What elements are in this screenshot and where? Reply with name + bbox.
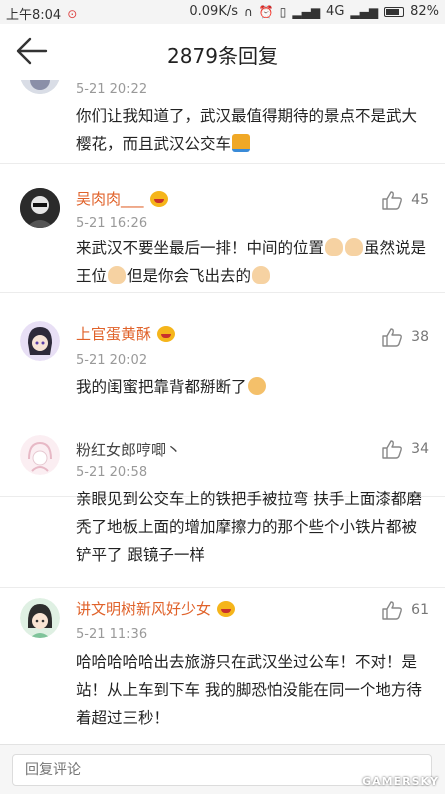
avatar[interactable] [20,598,60,638]
comment-text: 你们让我知道了，武汉最值得期待的景点不是武大樱花，而且武汉公交车 [76,102,431,158]
battery-fill [386,8,400,15]
battery-percent: 82% [410,4,439,19]
avatar-image [20,321,60,361]
author-name: 吴肉肉___ [76,190,144,208]
like-button[interactable]: 38 [381,327,429,347]
comment-list[interactable]: 5-21 20:22 你们让我知道了，武汉最值得期待的景点不是武大樱花，而且武汉… [0,80,445,744]
status-bar-left: 上午8:04 ⊙ [6,4,78,24]
vip-badge-icon [217,600,236,617]
comment-author[interactable]: 讲文明树新风好少女 [76,598,236,619]
vip-badge-icon [157,325,176,342]
vip-badge-icon [149,190,168,207]
like-button[interactable]: 34 [381,439,429,459]
hand-emoji-icon [325,238,344,256]
like-button[interactable]: 45 [381,190,429,210]
comment-item: 讲文明树新风好少女 61 5-21 11:36 哈哈哈哈哈出去旅游只在武汉坐过公… [0,588,445,744]
avatar[interactable] [20,435,60,475]
battery-icon [384,6,405,17]
vibrate-icon: ▯ [279,4,287,19]
status-bar-right: 0.09K/s ∩ ⏰ ▯ ▂▄▆ 4G ▂▄▆ 82% [189,4,439,19]
comment-time: 5-21 11:36 [76,627,148,642]
like-button[interactable]: 61 [381,600,429,620]
avatar-image [20,435,60,475]
status-bar: 上午8:04 ⊙ 0.09K/s ∩ ⏰ ▯ ▂▄▆ 4G ▂▄▆ 82% [0,0,445,24]
avatar-image [20,598,60,638]
alarm-icon: ⏰ [258,4,274,19]
comment-item: 吴肉肉___ 45 5-21 16:26 来武汉不要坐最后一排！中间的位置 虽然说… [0,164,445,293]
comment-item: 5-21 20:22 你们让我知道了，武汉最值得期待的景点不是武大樱花，而且武汉… [0,80,445,164]
thumbs-up-icon [382,601,403,620]
hand-emoji-icon [108,266,127,284]
author-name: 讲文明树新风好少女 [76,600,212,618]
thumbs-up-icon [382,440,403,459]
watermark: GAMERSKY [362,775,439,788]
like-count: 45 [411,192,429,208]
comment-item: 粉红女郎哼唧丶 34 5-21 20:58 亲眼见到公交车上的铁把手被拉弯 扶手… [0,417,445,588]
thumbs-up-icon [382,191,403,210]
network-type: 4G [326,4,345,19]
comment-text: 我的闺蜜把靠背都掰断了 [76,373,431,401]
like-count: 34 [411,441,429,457]
comment-text: 哈哈哈哈哈出去旅游只在武汉坐过公车！不对！是站！从上车到下车 我的脚恐怕没能在同… [76,653,422,727]
hand-emoji-icon [252,266,271,284]
headset-icon: ∩ [244,4,253,19]
bus-emoji-icon [232,134,251,152]
comment-text-part: 来武汉不要坐最后一排！中间的位置 [76,239,325,257]
like-count: 38 [411,329,429,345]
comment-author[interactable]: 上官蛋黄酥 [76,323,176,344]
header: 2879条回复 [0,24,445,80]
comment-text: 亲眼见到公交车上的铁把手被拉弯 扶手上面漆都磨秃了地板上面的增加摩擦力的那个些个… [76,490,422,564]
thumbs-up-icon [382,328,403,347]
comment-text-content: 我的闺蜜把靠背都掰断了 [76,378,247,396]
avatar[interactable] [20,80,60,94]
comment-author[interactable]: 吴肉肉___ [76,188,168,209]
status-time: 上午8:04 [6,8,62,23]
comment-time: 5-21 20:02 [76,353,148,368]
reply-bar: GAMERSKY [0,744,445,794]
avatar-image [20,188,60,228]
signal-icon: ▂▄▆ [292,4,321,19]
cat-emoji-icon [247,377,266,395]
comment-text: 来武汉不要坐最后一排！中间的位置 虽然说是王位 但是你会飞出去的 [76,234,431,290]
avatar[interactable] [20,321,60,361]
author-name: 粉红女郎哼唧丶 [76,441,182,459]
comment-time: 5-21 20:58 [76,465,148,480]
comment-time: 5-21 20:22 [76,82,148,97]
comment-time: 5-21 16:26 [76,216,148,231]
page-title: 2879条回复 [167,44,278,68]
avatar[interactable] [20,188,60,228]
avatar-image [20,80,60,94]
signal-icon-2: ▂▄▆ [350,4,379,19]
comment-text-part: 但是你会飞出去的 [127,267,252,285]
comment-author[interactable]: 粉红女郎哼唧丶 [76,439,181,460]
notification-icon: ⊙ [67,6,78,21]
author-name: 上官蛋黄酥 [76,325,152,343]
network-speed: 0.09K/s [189,4,238,19]
hand-emoji-icon [345,238,364,256]
like-count: 61 [411,602,429,618]
